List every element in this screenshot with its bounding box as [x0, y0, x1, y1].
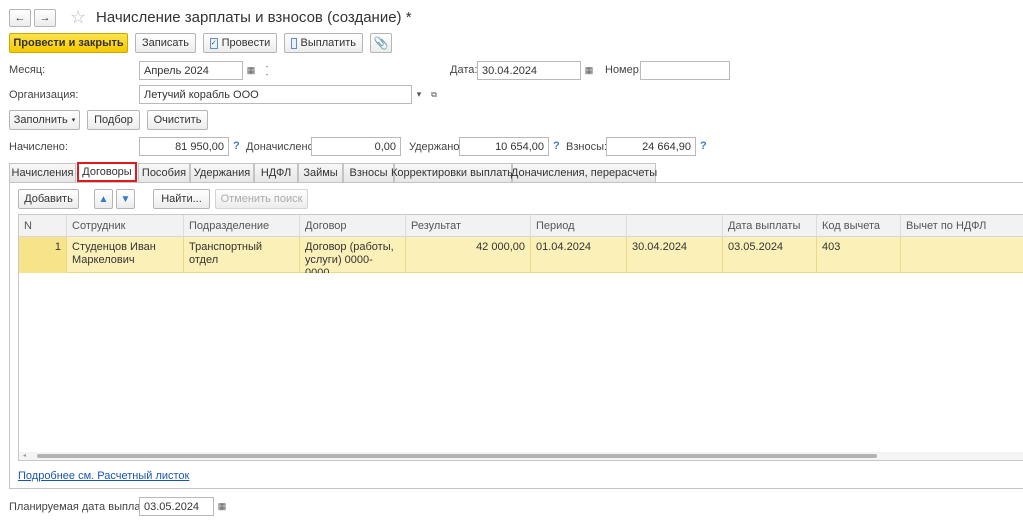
withheld-help-icon[interactable]: ? [553, 140, 560, 152]
column-pay-date[interactable]: Дата выплаты [723, 215, 817, 237]
horizontal-scrollbar[interactable]: ◂ [19, 452, 1023, 460]
tab-benefits[interactable]: Пособия [138, 163, 190, 182]
organization-field[interactable]: Летучий корабль ООО [139, 85, 412, 104]
clear-button[interactable]: Очистить [147, 110, 208, 130]
column-ndfl-deduction[interactable]: Вычет по НДФЛ [901, 215, 1023, 237]
scrollbar-thumb[interactable] [37, 454, 877, 458]
scrollbar-left-arrow-icon[interactable]: ◂ [23, 452, 26, 459]
cell-deduction-code: 403 [817, 237, 901, 273]
cell-department: Транспортный отдел [184, 237, 300, 273]
page-title: Начисление зарплаты и взносов (создание)… [96, 9, 412, 26]
column-employee[interactable]: Сотрудник [67, 215, 184, 237]
chevron-down-icon: ▾ [71, 117, 76, 124]
withheld-field: 10 654,00 [459, 137, 549, 156]
organization-open-icon[interactable]: ⧉ [426, 85, 442, 104]
favorite-star-icon[interactable]: ☆ [70, 7, 86, 28]
tab-ndfl[interactable]: НДФЛ [254, 163, 298, 182]
month-calendar-icon[interactable]: ▦ [243, 61, 259, 80]
arrow-left-icon: ← [14, 12, 26, 24]
post-button[interactable]: ✓ Провести [203, 33, 277, 53]
organization-dropdown-icon[interactable]: ▾ [411, 85, 427, 104]
contributions-field: 24 664,90 [606, 137, 696, 156]
contributions-help-icon[interactable]: ? [700, 140, 707, 152]
date-calendar-icon[interactable]: ▦ [581, 61, 597, 80]
arrow-down-icon: ▼ [120, 193, 131, 205]
payslip-link[interactable]: Подробнее см. Расчетный листок [18, 470, 189, 482]
additional-field: 0,00 [311, 137, 401, 156]
withheld-label: Удержано: [409, 141, 463, 153]
arrow-up-icon: ▲ [98, 193, 109, 205]
month-field[interactable]: Апрель 2024 [139, 61, 243, 80]
cell-n: 1 [19, 237, 67, 273]
select-button[interactable]: Подбор [87, 110, 140, 130]
move-down-button[interactable]: ▼ [116, 189, 135, 209]
cell-result: 42 000,00 [406, 237, 531, 273]
date-label: Дата: [450, 64, 478, 76]
cell-employee: Студенцов Иван Маркелович [67, 237, 184, 273]
cell-period-start: 01.04.2024 [531, 237, 627, 273]
column-n[interactable]: N [19, 215, 67, 237]
organization-label: Организация: [9, 89, 79, 101]
column-period-end[interactable] [627, 215, 723, 237]
column-result[interactable]: Результат [406, 215, 531, 237]
post-button-label: Провести [221, 37, 271, 49]
cancel-search-button: Отменить поиск [215, 189, 308, 209]
planned-date-label: Планируемая дата выплаты: [9, 501, 157, 513]
accrued-help-icon[interactable]: ? [233, 140, 240, 152]
find-button[interactable]: Найти... [153, 189, 210, 209]
paperclip-icon: 📎 [373, 36, 389, 50]
pay-button-label: Выплатить [300, 37, 356, 49]
back-button[interactable]: ← [9, 9, 31, 27]
date-field[interactable]: 30.04.2024 [477, 61, 581, 80]
column-deduction-code[interactable]: Код вычета [817, 215, 901, 237]
tab-recalculations[interactable]: Доначисления, перерасчеты [511, 163, 657, 182]
add-button[interactable]: Добавить [18, 189, 79, 209]
tab-payment-corrections[interactable]: Корректировки выплаты [391, 163, 515, 182]
post-doc-icon: ✓ [209, 37, 218, 49]
planned-date-field[interactable]: 03.05.2024 [139, 497, 214, 516]
column-period[interactable]: Период [531, 215, 627, 237]
cell-ndfl-deduction [901, 237, 1023, 273]
forward-button[interactable]: → [34, 9, 56, 27]
tab-loans[interactable]: Займы [298, 163, 343, 182]
tab-accruals[interactable]: Начисления [9, 163, 76, 182]
save-button[interactable]: Записать [135, 33, 196, 53]
number-field[interactable] [640, 61, 730, 80]
column-department[interactable]: Подразделение [184, 215, 300, 237]
accrued-label: Начислено: [9, 141, 68, 153]
tab-contributions[interactable]: Взносы [343, 163, 394, 182]
pay-button[interactable]: Выплатить [284, 33, 363, 53]
cell-pay-date: 03.05.2024 [723, 237, 817, 273]
cell-contract: Договор (работы, услуги) 0000-0000… [300, 237, 406, 273]
arrow-right-icon: → [39, 12, 51, 24]
cell-period-end: 30.04.2024 [627, 237, 723, 273]
pay-doc-icon [291, 37, 297, 49]
move-up-button[interactable]: ▲ [94, 189, 113, 209]
attach-button[interactable]: 📎 [370, 33, 392, 53]
post-and-close-button[interactable]: Провести и закрыть [9, 33, 128, 53]
fill-button-label: Заполнить [13, 114, 68, 126]
accrued-field: 81 950,00 [139, 137, 229, 156]
planned-date-calendar-icon[interactable]: ▦ [214, 497, 230, 516]
contributions-label: Взносы: [566, 141, 608, 153]
fill-button[interactable]: Заполнить ▾ [9, 110, 80, 130]
month-stepper[interactable]: -- [259, 61, 275, 80]
column-contract[interactable]: Договор [300, 215, 406, 237]
month-label: Месяц: [9, 64, 46, 76]
tab-deductions[interactable]: Удержания [190, 163, 254, 182]
tab-contracts[interactable]: Договоры [77, 162, 137, 182]
additional-label: Доначислено: [246, 141, 317, 153]
number-label: Номер: [605, 64, 642, 76]
